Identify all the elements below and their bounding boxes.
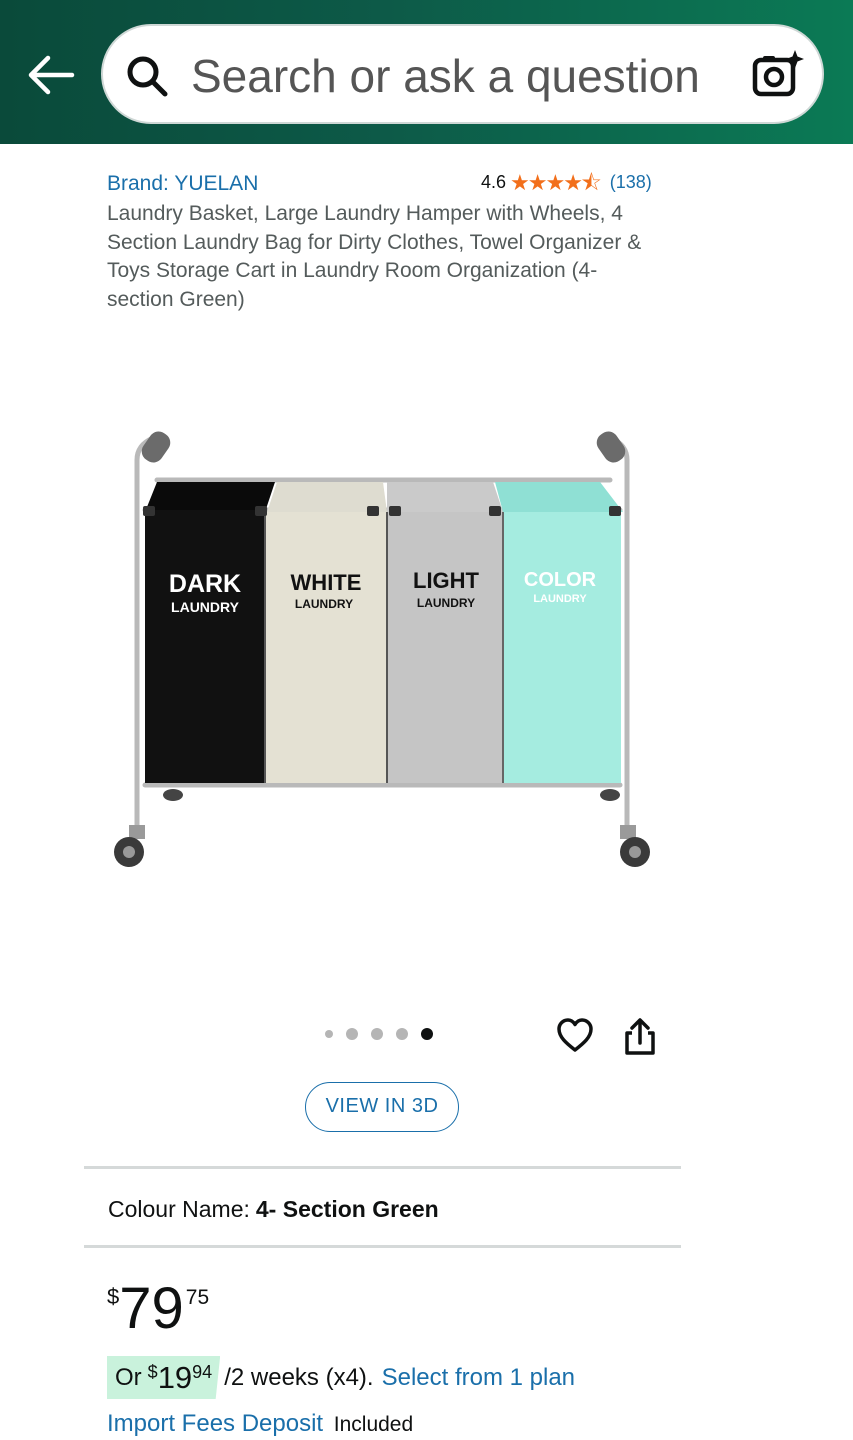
bag-label-1: DARK [169,570,241,598]
price-symbol: $ [107,1284,120,1309]
bag-label-2: WHITE [291,570,362,595]
search-icon [127,56,168,97]
colour-value: 4- Section Green [255,1196,439,1222]
star-rating-icon: ★★★★⯪ [510,169,602,195]
camera-icon[interactable] [751,48,805,102]
price: $ 79 75 [107,1278,209,1340]
bag-sublabel-4: LAUNDRY [533,593,587,605]
colour-selection[interactable]: Colour Name: 4- Section Green [108,1196,439,1223]
view-in-3d-button[interactable]: VIEW IN 3D [305,1082,459,1132]
import-fees: Import Fees Deposit Included [107,1410,413,1438]
bag-sublabel-3: LAUNDRY [417,596,475,610]
divider [84,1245,681,1248]
installment-suffix: /2 weeks (x4). [224,1363,374,1391]
import-fees-link[interactable]: Import Fees Deposit [107,1410,323,1437]
installment-whole: 19 [157,1359,193,1395]
bag-sublabel-2: LAUNDRY [295,597,353,611]
product-image[interactable]: DARK LAUNDRY WHITE LAUNDRY LIGHT LAUNDRY… [105,420,665,880]
heart-icon[interactable] [556,1017,594,1055]
search-input[interactable]: Search or ask a question [191,50,700,102]
review-count-link[interactable]: (138) [610,172,652,193]
bag-label-4: COLOR [524,569,597,591]
import-fees-status: Included [333,1413,414,1436]
installment-symbol: $ [147,1362,158,1382]
pagination-dot[interactable] [325,1030,333,1038]
image-pagination[interactable] [325,1028,433,1040]
pagination-dot[interactable] [396,1028,408,1040]
divider [84,1166,681,1169]
price-fraction: 75 [185,1286,210,1309]
price-whole: 79 [119,1276,184,1341]
select-plan-link[interactable]: Select from 1 plan [382,1364,575,1392]
rating-value: 4.6 [481,172,507,192]
pagination-dot[interactable] [346,1028,358,1040]
search-bar[interactable]: Search or ask a question [101,24,824,124]
bag-label-3: LIGHT [413,568,480,593]
pagination-dot-active[interactable] [421,1028,433,1040]
installment-plan: Or $ 19 94 /2 weeks (x4). Select from 1 … [107,1356,575,1399]
bag-sublabel-1: LAUNDRY [171,599,240,615]
pagination-dot[interactable] [371,1028,383,1040]
installment-highlight: Or $ 19 94 [107,1356,221,1399]
product-title: Laundry Basket, Large Laundry Hamper wit… [107,202,642,311]
arrow-left-icon[interactable] [26,52,76,98]
top-bar: Search or ask a question [0,0,853,144]
installment-fraction: 94 [192,1362,213,1382]
colour-label: Colour Name: [108,1196,250,1222]
installment-prefix: Or [115,1363,142,1391]
rating-summary[interactable]: 4.6 ★★★★⯪ (138) [481,169,652,195]
brand-link[interactable]: Brand: YUELAN [107,172,258,196]
share-icon[interactable] [622,1018,658,1056]
